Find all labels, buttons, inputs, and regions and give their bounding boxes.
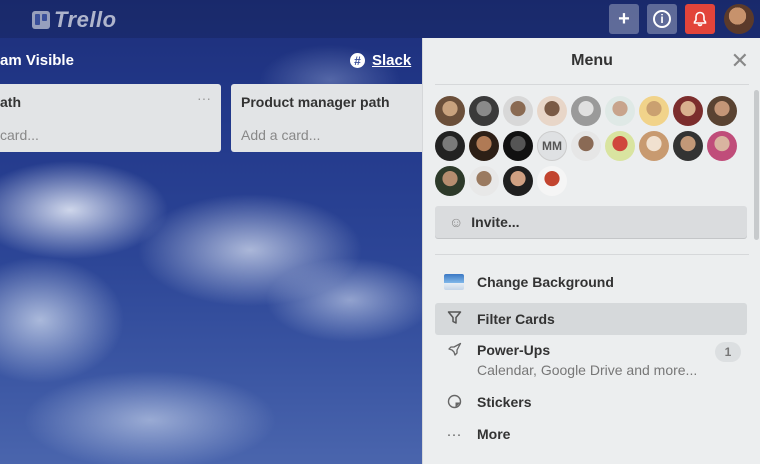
board-menu: Menu ✕ MM ☺ Invite... Change Background … [422,38,760,464]
more-dots-icon: ··· [446,426,462,443]
member-avatar[interactable] [503,131,533,161]
member-avatar[interactable]: MM [537,131,567,161]
member-avatar[interactable] [469,131,499,161]
add-person-icon: ☺ [449,214,464,230]
member-avatar[interactable] [435,96,465,126]
member-avatar[interactable] [673,96,703,126]
member-avatar[interactable] [605,131,635,161]
slack-label: Slack [372,52,412,69]
slack-button[interactable]: # Slack [350,52,411,69]
sticker-icon [444,394,464,413]
member-avatar[interactable] [571,96,601,126]
menu-item-filter-cards[interactable]: Filter Cards [435,303,747,335]
member-avatar[interactable] [707,131,737,161]
menu-header: Menu ✕ [423,38,760,84]
notifications-button[interactable] [685,4,715,34]
trello-logo[interactable]: Trello [32,7,117,33]
top-bar: Trello + i [0,0,760,38]
trello-board-icon [32,11,50,29]
member-avatar[interactable] [639,96,669,126]
close-icon[interactable]: ✕ [731,48,749,74]
menu-item-change-background[interactable]: Change Background [435,274,747,298]
member-avatar[interactable] [469,166,499,196]
member-avatar[interactable] [537,166,567,196]
add-card-link[interactable]: card... [0,127,39,143]
menu-scrollbar[interactable] [754,90,759,240]
divider [435,84,749,85]
info-icon: i [653,10,671,28]
menu-item-more[interactable]: ··· More [435,426,747,450]
info-button[interactable]: i [647,4,677,34]
divider [435,254,749,255]
add-card-link[interactable]: Add a card... [241,127,320,143]
power-ups-text: Power-Ups Calendar, Google Drive and mor… [477,342,697,378]
member-avatar[interactable] [707,96,737,126]
menu-item-label: Stickers [477,394,532,410]
list-title[interactable]: ath [0,94,21,110]
menu-item-power-ups[interactable]: Power-Ups Calendar, Google Drive and mor… [435,342,747,382]
member-avatar[interactable] [503,96,533,126]
list-menu-icon[interactable]: ··· [197,90,211,106]
member-avatars: MM [435,96,745,196]
menu-title: Menu [571,52,613,69]
member-avatar[interactable] [605,96,635,126]
rocket-icon [444,342,464,361]
invite-button[interactable]: ☺ Invite... [435,206,747,238]
invite-label: Invite... [471,214,520,230]
bell-icon [693,11,707,27]
plus-icon: + [618,7,630,30]
menu-item-label: Change Background [477,274,614,290]
member-avatar[interactable] [537,96,567,126]
member-avatar[interactable] [673,131,703,161]
menu-item-label: More [477,426,511,442]
power-ups-count-badge: 1 [715,342,741,362]
member-avatar[interactable] [469,96,499,126]
filter-icon [444,310,464,329]
slack-icon: # [350,53,365,68]
list-product-manager-path: Product manager path Add a card... [231,84,431,152]
menu-item-label: Power-Ups [477,342,551,358]
menu-item-label: Filter Cards [477,311,555,327]
user-avatar[interactable] [724,4,754,34]
member-avatar[interactable] [571,131,601,161]
member-avatar[interactable] [435,166,465,196]
member-avatar[interactable] [503,166,533,196]
power-ups-subtitle: Calendar, Google Drive and more... [477,362,698,378]
list-title[interactable]: Product manager path [241,94,390,110]
logo-text: Trello [54,7,117,32]
member-avatar[interactable] [639,131,669,161]
board-visibility[interactable]: am Visible [0,52,74,69]
background-thumbnail-icon [444,274,464,290]
add-button[interactable]: + [609,4,639,34]
menu-item-stickers[interactable]: Stickers [435,394,747,418]
member-avatar[interactable] [435,131,465,161]
list-path: ath ··· card... [0,84,221,152]
